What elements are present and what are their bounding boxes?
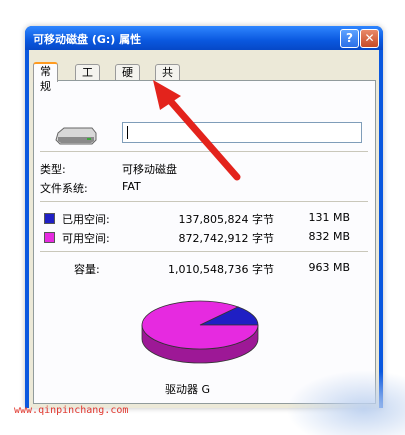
corner-glow bbox=[286, 370, 405, 435]
watermark-text: www.qinpinchang.com bbox=[14, 405, 129, 416]
tab-general[interactable]: 常规 bbox=[33, 62, 58, 93]
